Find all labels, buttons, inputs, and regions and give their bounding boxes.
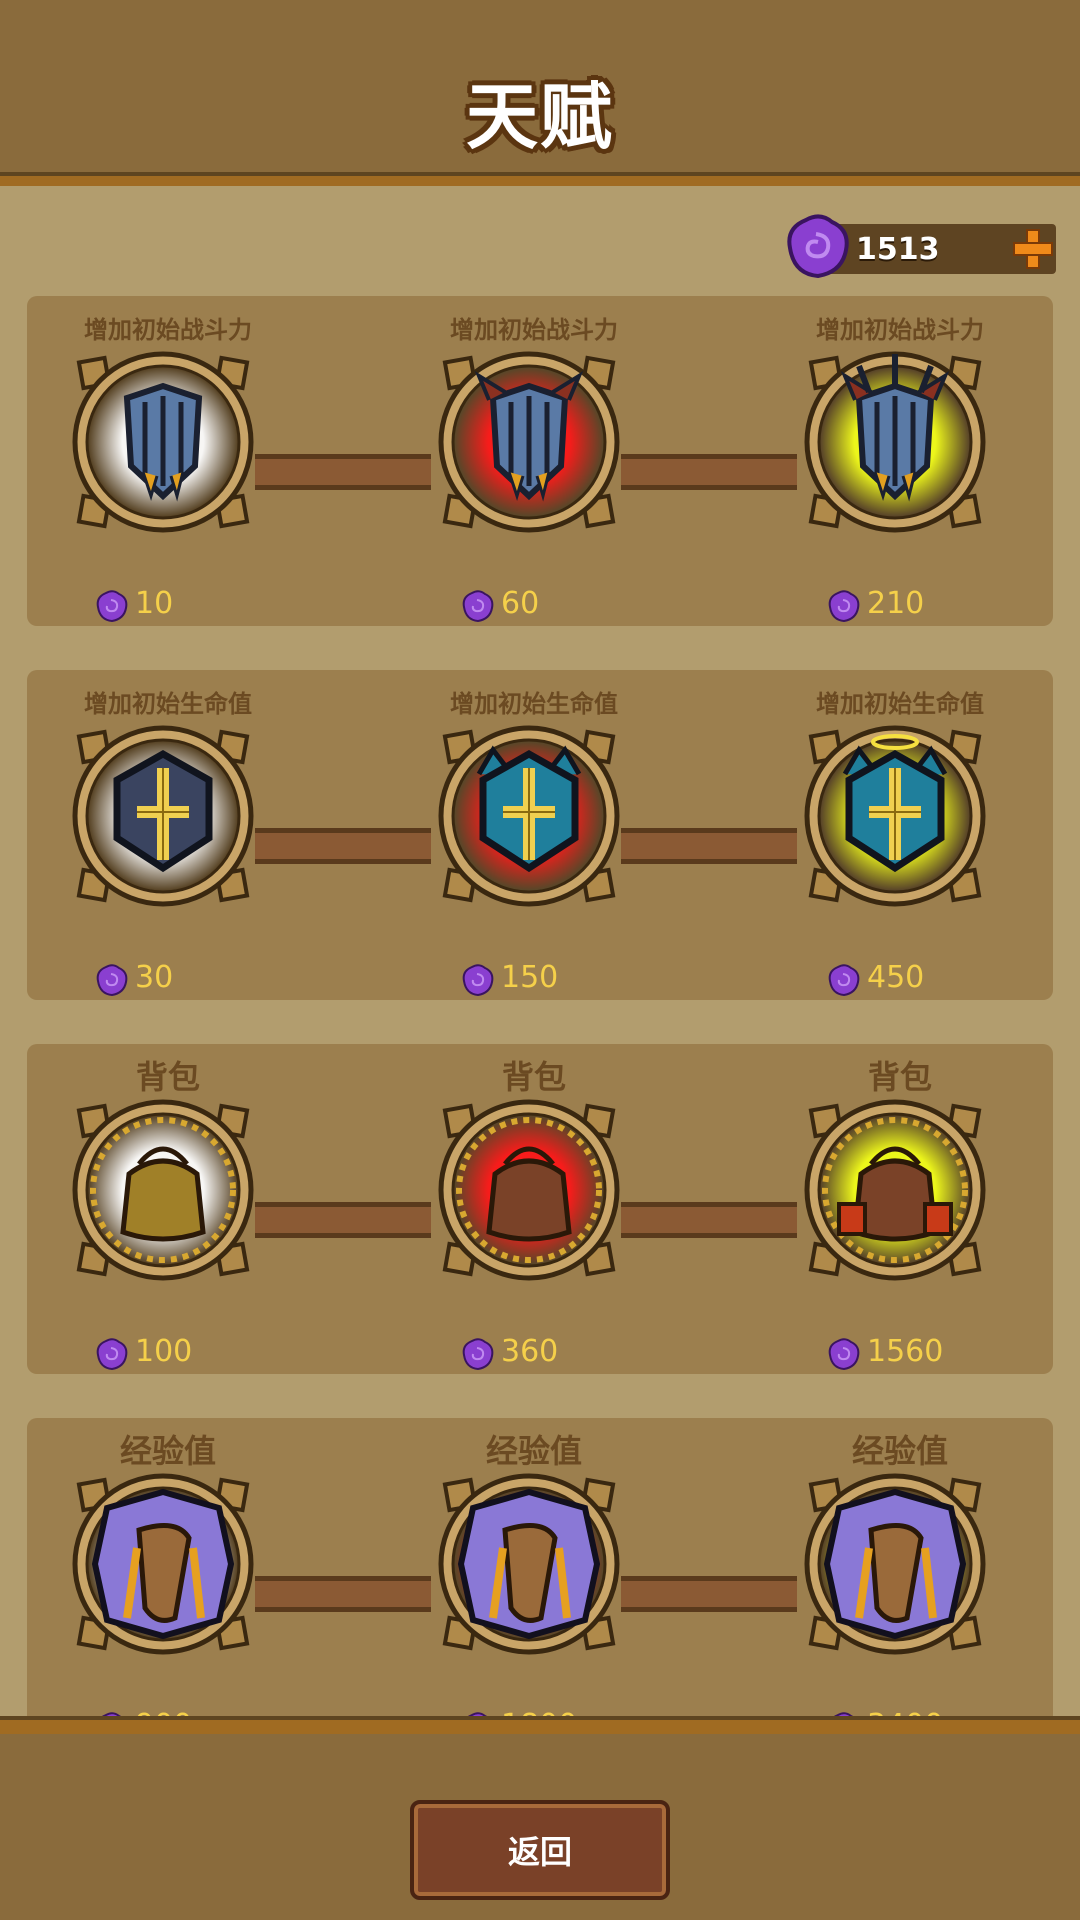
talent-cost: 10 bbox=[57, 586, 277, 626]
talent-cost: 30 bbox=[57, 960, 277, 1000]
talent-label: 增加初始战斗力 bbox=[816, 316, 984, 344]
talent-node[interactable]: 增加初始生命值 30 bbox=[27, 670, 254, 1000]
cost-value: 210 bbox=[867, 586, 925, 621]
talent-row: 增加初始战斗力 10 增加初始战斗力 60 增加初始战斗力 210 bbox=[27, 296, 1053, 626]
talent-cost: 210 bbox=[789, 586, 1009, 626]
purple-gem-icon bbox=[462, 590, 494, 623]
talent-label: 增加初始战斗力 bbox=[450, 316, 618, 344]
talent-label: 背包 bbox=[867, 1058, 932, 1096]
talent-node[interactable]: 增加初始战斗力 210 bbox=[759, 296, 986, 626]
talent-node[interactable]: 经验值 1800 bbox=[393, 1418, 620, 1720]
cross-shield-icon[interactable] bbox=[799, 720, 991, 912]
cross-shield-icon[interactable] bbox=[67, 720, 259, 912]
talent-node[interactable]: 经验值 3400 bbox=[759, 1418, 986, 1720]
talent-label: 增加初始战斗力 bbox=[84, 316, 252, 344]
cost-value: 360 bbox=[501, 1334, 559, 1369]
scroll-icon[interactable] bbox=[67, 1468, 259, 1660]
purple-gem-icon bbox=[828, 964, 860, 997]
talent-list[interactable]: 增加初始战斗力 10 增加初始战斗力 60 增加初始战斗力 210 增加初始生命… bbox=[0, 186, 1080, 1720]
cross-shield-icon[interactable] bbox=[433, 720, 625, 912]
talent-node[interactable]: 增加初始战斗力 60 bbox=[393, 296, 620, 626]
talent-label: 经验值 bbox=[119, 1432, 216, 1470]
talent-node[interactable]: 背包 360 bbox=[393, 1044, 620, 1374]
cost-value: 30 bbox=[135, 960, 174, 995]
talent-node[interactable]: 增加初始生命值 150 bbox=[393, 670, 620, 1000]
footer: 返回 bbox=[0, 1716, 1080, 1920]
talent-node[interactable]: 背包 1560 bbox=[759, 1044, 986, 1374]
scroll-icon[interactable] bbox=[433, 1468, 625, 1660]
backpack-icon[interactable] bbox=[433, 1094, 625, 1286]
purple-gem-icon bbox=[462, 964, 494, 997]
cost-value: 450 bbox=[867, 960, 925, 995]
header: 天赋 bbox=[0, 0, 1080, 186]
talent-label: 增加初始生命值 bbox=[816, 690, 984, 718]
talent-cost: 450 bbox=[789, 960, 1009, 1000]
backpack-icon[interactable] bbox=[67, 1094, 259, 1286]
talent-row: 增加初始生命值 30 增加初始生命值 150 增加初始生命值 450 bbox=[27, 670, 1053, 1000]
talent-node[interactable]: 增加初始生命值 450 bbox=[759, 670, 986, 1000]
talent-row: 经验值 900经验值 bbox=[27, 1418, 1053, 1720]
purple-gem-icon bbox=[96, 964, 128, 997]
purple-gem-icon bbox=[828, 1338, 860, 1371]
talent-label: 增加初始生命值 bbox=[84, 690, 252, 718]
talent-label: 经验值 bbox=[851, 1432, 948, 1470]
talent-cost: 150 bbox=[423, 960, 643, 1000]
talent-node[interactable]: 增加初始战斗力 10 bbox=[27, 296, 254, 626]
purple-gem-icon bbox=[96, 590, 128, 623]
cost-value: 10 bbox=[135, 586, 174, 621]
cost-value: 150 bbox=[501, 960, 559, 995]
cost-value: 60 bbox=[501, 586, 540, 621]
talent-node[interactable]: 经验值 900 bbox=[27, 1418, 254, 1720]
purple-gem-icon bbox=[462, 1338, 494, 1371]
backpack-icon[interactable] bbox=[799, 1094, 991, 1286]
talent-cost: 360 bbox=[423, 1334, 643, 1374]
shield-icon[interactable] bbox=[799, 346, 991, 538]
talent-cost: 1560 bbox=[789, 1334, 1009, 1374]
talent-label: 背包 bbox=[501, 1058, 566, 1096]
cost-value: 100 bbox=[135, 1334, 193, 1369]
talent-cost: 60 bbox=[423, 586, 643, 626]
talent-node[interactable]: 背包 100 bbox=[27, 1044, 254, 1374]
shield-icon[interactable] bbox=[433, 346, 625, 538]
cost-value: 1560 bbox=[867, 1334, 944, 1369]
page-title: 天赋 bbox=[465, 75, 614, 159]
talent-cost: 100 bbox=[57, 1334, 277, 1374]
talent-label: 背包 bbox=[135, 1058, 200, 1096]
back-button[interactable]: 返回 bbox=[410, 1800, 670, 1900]
shield-icon[interactable] bbox=[67, 346, 259, 538]
purple-gem-icon bbox=[828, 590, 860, 623]
talent-row: 背包 100 背包 360 背包 1560 bbox=[27, 1044, 1053, 1374]
talent-label: 经验值 bbox=[485, 1432, 582, 1470]
scroll-icon[interactable] bbox=[799, 1468, 991, 1660]
talent-label: 增加初始生命值 bbox=[450, 690, 618, 718]
purple-gem-icon bbox=[96, 1338, 128, 1371]
